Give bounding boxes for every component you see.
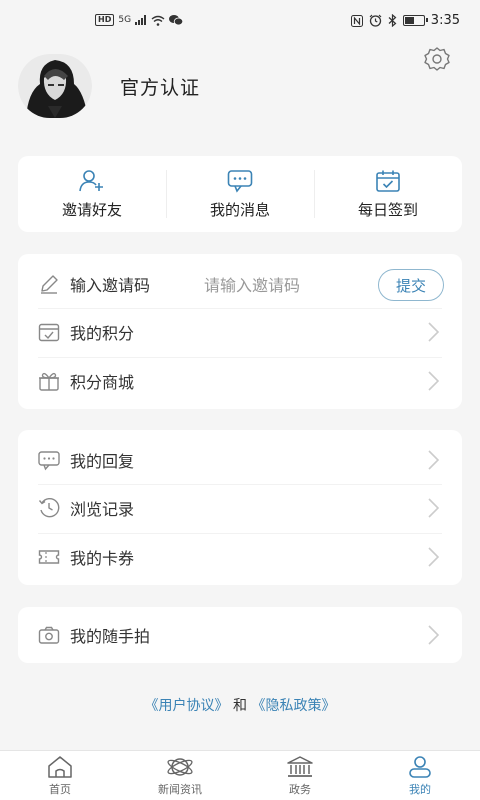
tab-label: 首页 bbox=[49, 782, 71, 796]
edit-icon bbox=[38, 273, 60, 295]
list-item-points-mall[interactable]: 积分商城 bbox=[18, 357, 462, 405]
nfc-icon bbox=[350, 14, 363, 27]
chevron-right-icon bbox=[428, 498, 440, 518]
wifi-icon bbox=[151, 15, 165, 26]
quick-actions-card: 邀请好友 我的消息 每日签到 bbox=[18, 156, 462, 232]
list-item-label: 我的回复 bbox=[70, 452, 135, 471]
privacy-policy-link[interactable]: 《隐私政策》 bbox=[251, 698, 335, 714]
invite-code-label: 输入邀请码 bbox=[70, 276, 151, 295]
chevron-right-icon bbox=[428, 625, 440, 645]
history-icon bbox=[38, 497, 60, 519]
snapshot-card: 我的随手拍 bbox=[18, 607, 462, 663]
ticket-icon bbox=[38, 546, 60, 568]
tab-government[interactable]: 政务 bbox=[240, 751, 360, 800]
gear-icon bbox=[424, 47, 450, 71]
hd-indicator: HD bbox=[95, 14, 115, 26]
calendar-check-icon bbox=[376, 170, 400, 192]
list-item-my-points[interactable]: 我的积分 bbox=[18, 308, 462, 356]
user-icon bbox=[409, 755, 431, 778]
reply-icon bbox=[38, 449, 60, 471]
news-icon bbox=[167, 757, 193, 776]
invite-code-row: 输入邀请码 请输入邀请码 提交 bbox=[18, 260, 462, 308]
gift-icon bbox=[38, 370, 60, 392]
wechat-icon bbox=[169, 15, 184, 26]
tab-label: 新闻资讯 bbox=[158, 782, 202, 796]
agreements-footer: 《用户协议》 和 《隐私政策》 bbox=[0, 695, 480, 715]
settings-button[interactable] bbox=[422, 44, 452, 74]
chevron-right-icon bbox=[428, 450, 440, 470]
battery-icon bbox=[402, 15, 428, 26]
add-user-icon bbox=[79, 169, 103, 191]
list-item-my-replies[interactable]: 我的回复 bbox=[18, 436, 462, 484]
tab-label: 我的 bbox=[409, 782, 431, 796]
government-icon bbox=[287, 755, 313, 777]
chevron-right-icon bbox=[428, 322, 440, 342]
message-icon bbox=[227, 169, 253, 193]
signal-icon bbox=[135, 15, 147, 25]
tab-mine[interactable]: 我的 bbox=[360, 751, 480, 800]
profile-header: 官方认证 bbox=[18, 54, 200, 118]
bottom-tab-bar: 首页 新闻资讯 政务 我的 bbox=[0, 750, 480, 800]
list-item-label: 积分商城 bbox=[70, 373, 135, 392]
quick-action-label: 我的消息 bbox=[209, 200, 270, 219]
tab-home[interactable]: 首页 bbox=[0, 751, 120, 800]
quick-action-label: 邀请好友 bbox=[61, 200, 122, 219]
list-item-label: 浏览记录 bbox=[70, 500, 135, 519]
status-bar: HD 5G 3:35 bbox=[0, 0, 480, 44]
submit-button[interactable]: 提交 bbox=[378, 269, 444, 301]
tab-news[interactable]: 新闻资讯 bbox=[120, 751, 240, 800]
agreements-and: 和 bbox=[233, 698, 247, 714]
avatar[interactable] bbox=[18, 54, 92, 118]
activity-card: 我的回复 浏览记录 我的卡券 bbox=[18, 430, 462, 585]
chevron-right-icon bbox=[428, 371, 440, 391]
invite-friends-button[interactable]: 邀请好友 bbox=[18, 156, 166, 232]
clock: 3:35 bbox=[430, 13, 460, 28]
list-item-label: 我的随手拍 bbox=[70, 627, 151, 646]
user-agreement-link[interactable]: 《用户协议》 bbox=[145, 698, 229, 714]
network-type: 5G bbox=[118, 15, 132, 25]
quick-action-label: 每日签到 bbox=[357, 200, 418, 219]
alarm-icon bbox=[369, 14, 382, 27]
list-item-my-coupons[interactable]: 我的卡券 bbox=[18, 533, 462, 581]
my-messages-button[interactable]: 我的消息 bbox=[166, 156, 314, 232]
list-item-browsing-history[interactable]: 浏览记录 bbox=[18, 484, 462, 532]
list-item-label: 我的卡券 bbox=[70, 549, 135, 568]
home-icon bbox=[48, 755, 72, 778]
invite-points-card: 输入邀请码 请输入邀请码 提交 我的积分 积分商城 bbox=[18, 254, 462, 409]
chevron-right-icon bbox=[428, 547, 440, 567]
camera-icon bbox=[38, 624, 60, 646]
list-item-label: 我的积分 bbox=[70, 324, 135, 343]
username: 官方认证 bbox=[120, 76, 201, 99]
bluetooth-icon bbox=[388, 14, 397, 27]
list-item-my-snapshots[interactable]: 我的随手拍 bbox=[18, 611, 462, 659]
tab-label: 政务 bbox=[289, 782, 311, 796]
points-icon bbox=[38, 321, 60, 343]
invite-code-input[interactable]: 请输入邀请码 bbox=[204, 272, 300, 296]
daily-checkin-button[interactable]: 每日签到 bbox=[314, 156, 462, 232]
